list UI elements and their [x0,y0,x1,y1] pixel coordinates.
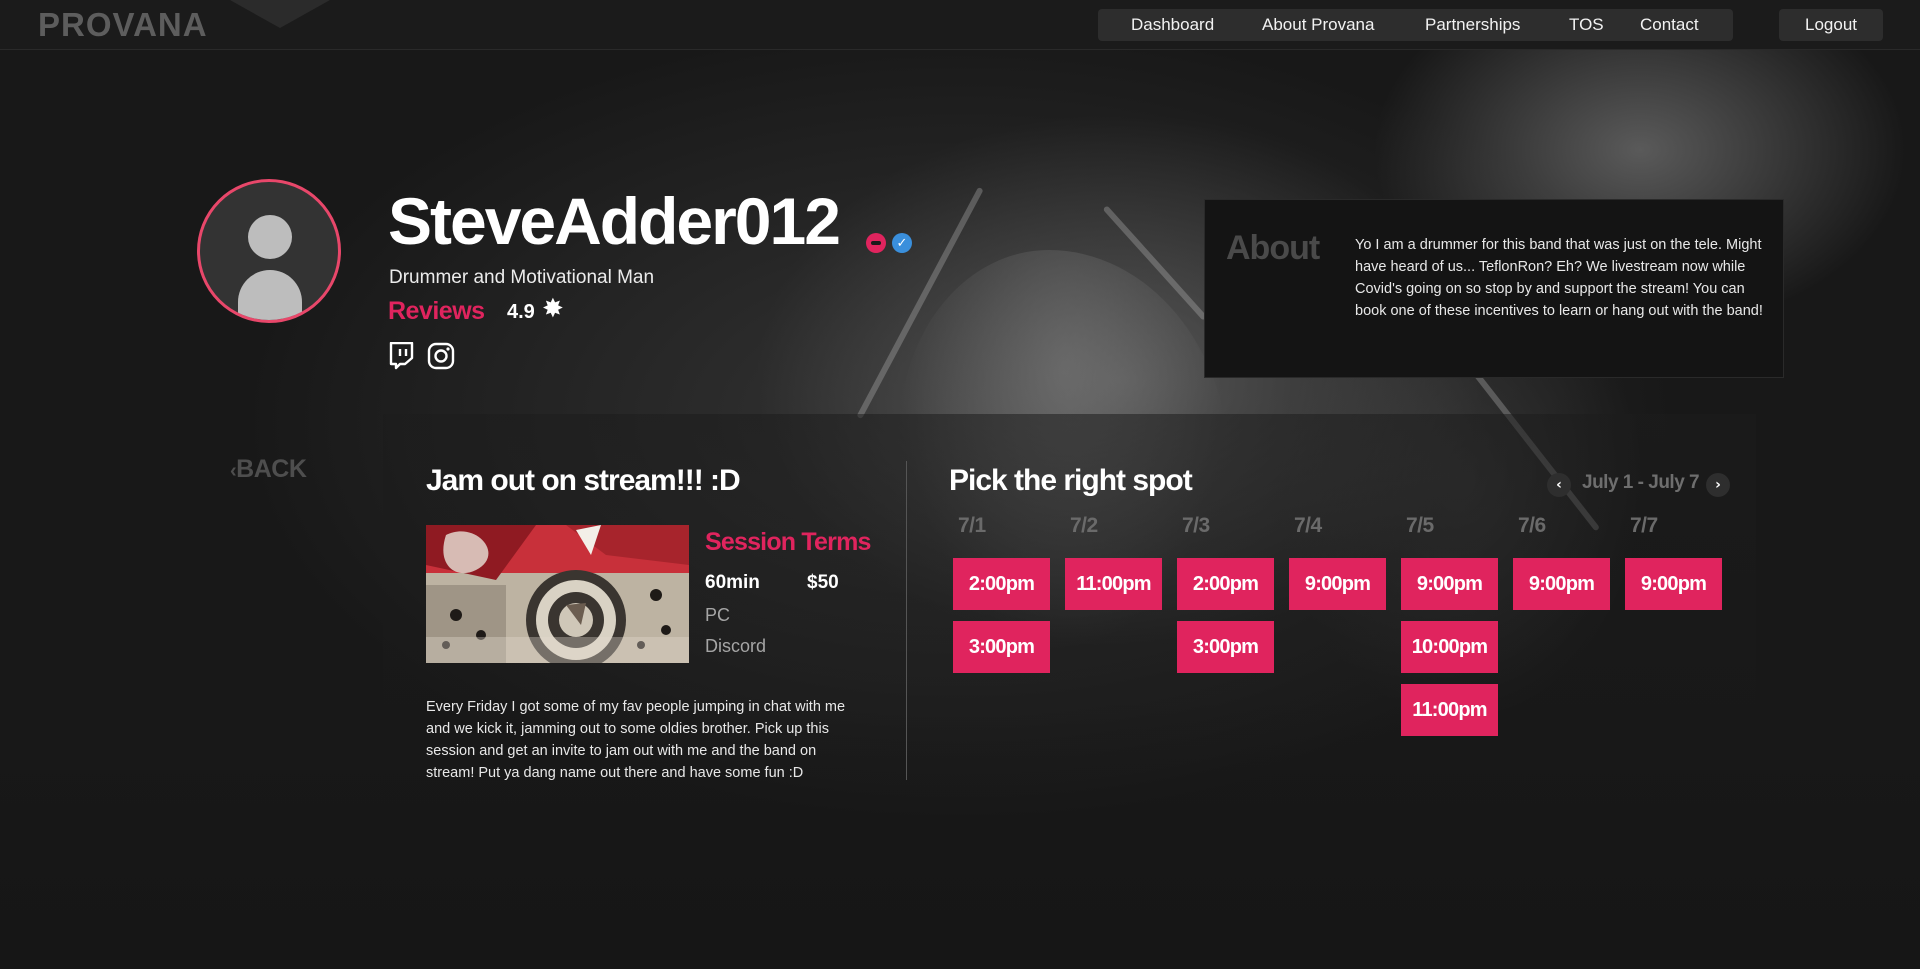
back-label: BACK [236,455,307,483]
chevron-right-icon: › [1715,477,1721,493]
day-column: 7/1 2:00pm 3:00pm [953,514,1051,684]
session-channel: Discord [705,636,767,656]
time-slot-button[interactable]: 9:00pm [1289,558,1386,610]
top-navigation-bar: PROVANA Dashboard About Provana Partners… [0,0,1920,50]
session-terms-heading: Session Terms [705,528,871,556]
nav-contact[interactable]: Contact [1640,15,1699,35]
previous-week-button[interactable]: ‹ [1547,473,1571,497]
time-slot-button[interactable]: 11:00pm [1401,684,1498,736]
profile-username: SteveAdder012 [388,184,841,258]
day-column: 7/2 11:00pm [1065,514,1163,621]
nav-dashboard[interactable]: Dashboard [1131,15,1214,35]
page: PROVANA Dashboard About Provana Partners… [0,0,1920,969]
day-column: 7/5 9:00pm 10:00pm 11:00pm [1401,514,1499,747]
day-label: 7/6 [1518,514,1546,537]
time-slot-button[interactable]: 9:00pm [1401,558,1498,610]
next-week-button[interactable]: › [1706,473,1730,497]
day-label: 7/3 [1182,514,1210,537]
session-thumbnail [426,525,689,663]
day-column: 7/7 9:00pm [1625,514,1723,621]
twitch-icon[interactable] [388,342,414,370]
week-range: July 1 - July 7 [1582,472,1700,493]
nav-tos[interactable]: TOS [1569,15,1604,35]
about-panel: About Yo I am a drummer for this band th… [1204,199,1784,378]
session-description: Every Friday I got some of my fav people… [426,699,846,781]
day-column: 7/3 2:00pm 3:00pm [1177,514,1275,684]
time-slot-button[interactable]: 9:00pm [1513,558,1610,610]
day-column: 7/4 9:00pm [1289,514,1387,621]
chevron-left-icon: ‹ [1556,477,1562,493]
nav-about-provana[interactable]: About Provana [1262,15,1374,35]
about-heading: About [1226,229,1320,267]
time-slot-button[interactable]: 3:00pm [953,621,1050,673]
provana-logo[interactable]: PROVANA [38,6,208,44]
logout-button[interactable]: Logout [1779,9,1883,41]
schedule-heading: Pick the right spot [949,464,1193,497]
star-icon: ✸ [542,294,564,324]
avatar-placeholder-head [248,215,292,259]
day-column: 7/6 9:00pm [1513,514,1611,621]
session-duration: 60min [705,572,760,593]
back-button[interactable]: ‹BACK [230,455,307,484]
avatar [197,179,341,323]
session-platform: PC [705,605,731,625]
panel-divider [906,461,907,780]
time-slot-button[interactable]: 9:00pm [1625,558,1722,610]
rating-value: 4.9 [507,301,535,323]
profile-tagline: Drummer and Motivational Man [389,267,655,288]
avatar-placeholder-body [238,270,302,320]
time-slot-button[interactable]: 2:00pm [953,558,1050,610]
instagram-icon[interactable] [427,342,455,370]
day-label: 7/4 [1294,514,1322,537]
about-text: Yo I am a drummer for this band that was… [1355,237,1763,319]
skull-badge-icon [866,233,886,253]
time-slot-button[interactable]: 11:00pm [1065,558,1162,610]
day-label: 7/1 [958,514,986,537]
day-label: 7/7 [1630,514,1658,537]
time-slot-button[interactable]: 10:00pm [1401,621,1498,673]
main-nav: Dashboard About Provana Partnerships TOS… [1098,9,1733,41]
day-label: 7/2 [1070,514,1098,537]
reviews-link[interactable]: Reviews [388,297,485,326]
session-price: $50 [807,572,839,593]
day-label: 7/5 [1406,514,1434,537]
session-title: Jam out on stream!!! :D [426,464,741,497]
logo-decoration [230,0,330,28]
check-badge-icon: ✓ [892,233,912,253]
time-slot-button[interactable]: 2:00pm [1177,558,1274,610]
time-slot-button[interactable]: 3:00pm [1177,621,1274,673]
nav-partnerships[interactable]: Partnerships [1425,15,1520,35]
